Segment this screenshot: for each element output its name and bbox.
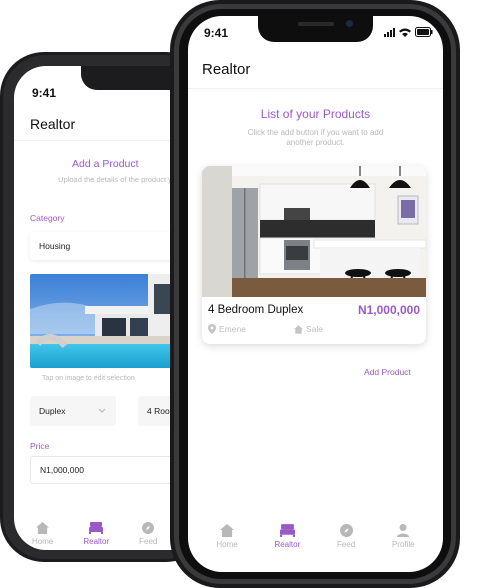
bed-icon [279,524,295,537]
kitchen-image [202,166,426,297]
product-status-text: Sale [306,324,324,334]
section-subtitle-line2: another product. [286,138,345,147]
user-icon [397,524,410,537]
nav-profile[interactable]: Profile [392,524,415,549]
section-title: List of your Products [260,107,371,121]
phone-front-screen: 9:41 Realtor List of your Products Click… [188,16,443,572]
compass-icon [339,524,353,537]
notch [258,16,373,42]
nav-realtor[interactable]: Realtor [274,524,300,549]
header-title: Realtor [202,61,251,78]
add-product-link[interactable]: Add Product [364,367,411,377]
nav-feed[interactable]: Feed [139,522,157,546]
status-time: 9:41 [204,26,229,40]
type-select[interactable]: Duplex [30,396,116,426]
battery-icon [415,27,433,37]
nav-feed-label: Feed [139,537,158,546]
chevron-down-icon [98,408,106,413]
nav-realtor-label: Realtor [274,540,301,549]
compass-icon [142,522,155,534]
header-divider [188,88,443,89]
home-icon [294,324,303,334]
wifi-icon [399,28,411,37]
location-pin-icon [208,324,216,334]
status-time: 9:41 [32,86,57,100]
product-card[interactable]: 4 Bedroom Duplex N1,000,000 Emene Sale [202,166,426,344]
camera [346,20,353,27]
product-photo [202,166,426,297]
section-subtitle-line1: Click the add button if you want to add [247,128,384,137]
product-price: N1,000,000 [357,303,420,317]
home-icon [220,524,235,537]
home-icon [36,522,50,534]
nav-feed[interactable]: Feed [337,524,355,549]
header-title: Realtor [30,116,76,132]
product-location: Emene [208,324,246,334]
nav-realtor-label: Realtor [83,537,110,546]
speaker [298,22,334,26]
product-name: 4 Bedroom Duplex [208,304,304,316]
category-label: Category [30,213,65,223]
price-label: Price [30,441,50,451]
signal-icon [384,28,395,37]
nav-home-label: Home [216,540,238,549]
type-select-value: Duplex [39,406,66,416]
nav-realtor[interactable]: Realtor [83,522,109,546]
nav-home[interactable]: Home [216,524,238,549]
nav-home-label: Home [32,537,54,546]
nav-feed-label: Feed [336,540,356,549]
nav-home[interactable]: Home [32,522,53,546]
bed-icon [89,522,104,534]
product-location-text: Emene [219,324,246,334]
product-status: Sale [294,324,323,334]
phone-front: 9:41 Realtor List of your Products Click… [170,0,460,588]
nav-profile-label: Profile [391,540,415,549]
bottom-nav: Home Realtor Feed Profile [188,524,443,549]
